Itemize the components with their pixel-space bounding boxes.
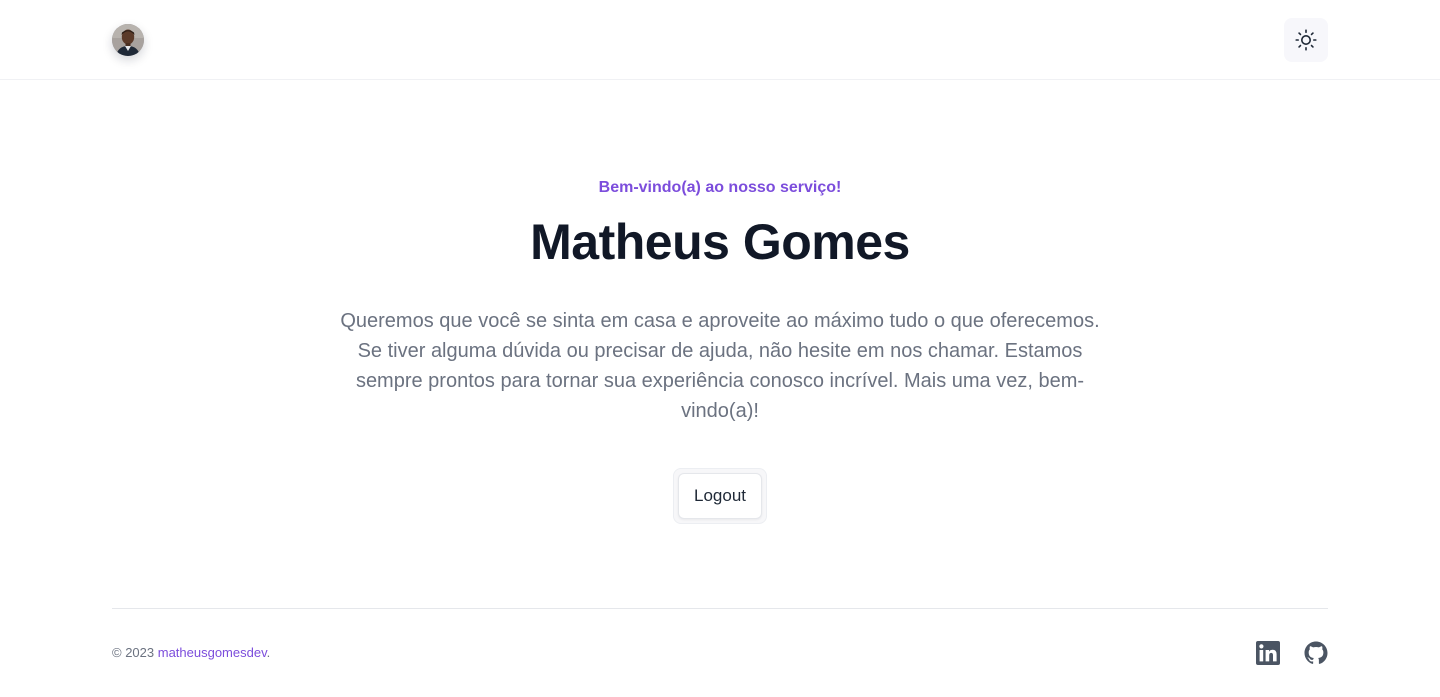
copyright-prefix: © 2023 [112, 645, 158, 660]
logout-button[interactable]: Logout [678, 473, 762, 519]
copyright-suffix: . [266, 645, 271, 660]
author-link[interactable]: matheusgomesdev [158, 645, 267, 660]
linkedin-icon [1256, 641, 1280, 665]
logout-button-wrapper: Logout [673, 468, 767, 524]
footer-divider [112, 608, 1328, 609]
welcome-description: Queremos que você se sinta em casa e apr… [340, 310, 1100, 422]
page-title: Matheus Gomes [530, 214, 910, 270]
github-link[interactable] [1304, 641, 1328, 665]
theme-toggle-button[interactable] [1284, 18, 1328, 62]
sun-icon [1295, 29, 1317, 51]
welcome-eyebrow: Bem-vindo(a) ao nosso serviço! [598, 179, 842, 196]
github-icon [1304, 641, 1328, 664]
avatar[interactable] [112, 24, 144, 56]
site-header [0, 0, 1440, 80]
copyright-text: © 2023 matheusgomesdev. [112, 644, 270, 662]
linkedin-link[interactable] [1256, 641, 1280, 665]
welcome-section: Bem-vindo(a) ao nosso serviço! Matheus G… [0, 176, 1440, 524]
avatar-photo [112, 24, 144, 56]
